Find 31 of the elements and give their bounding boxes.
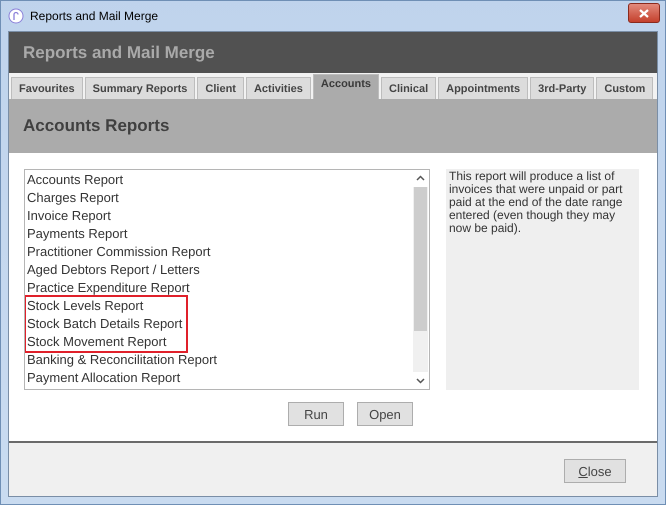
tab[interactable]: Summary Reports [84,77,196,99]
report-description: This report will produce a list of invoices that were unpaid or part paid at the end of the date range entered (even though they may now be paid). [446,169,639,390]
run-button[interactable]: Run [288,402,344,426]
close-button[interactable] [628,3,660,23]
report-item[interactable]: Charges Report [27,189,119,207]
window-title: Reports and Mail Merge [30,9,158,23]
tab[interactable]: Clinical [381,77,436,99]
tab[interactable]: Client [197,77,244,99]
report-item[interactable]: Payments Report [27,225,128,243]
header-title: Reports and Mail Merge [9,32,657,73]
report-item[interactable]: Stock Levels Report [27,297,182,315]
open-button[interactable]: Open [357,402,413,426]
report-item[interactable]: Payment Allocation Report [27,369,180,387]
report-item[interactable]: Practice Expenditure Report [27,279,190,297]
app-icon [8,8,24,24]
tab[interactable]: Favourites [11,77,83,99]
report-item[interactable]: Stock Batch Details Report [27,315,182,333]
tab[interactable]: Accounts [312,74,380,99]
tab[interactable]: Activities [246,77,311,99]
report-item[interactable]: Stock Movement Report [27,333,182,351]
close-icon [639,8,649,18]
report-item[interactable]: Practitioner Commission Report [27,243,211,261]
report-item[interactable]: Banking & Reconcilitation Report [27,351,218,369]
tab[interactable]: Custom [596,77,654,99]
report-item[interactable]: Aged Debtors Report / Letters [27,261,200,279]
tab[interactable]: Appointments [438,77,528,99]
tab[interactable]: 3rd-Party [530,77,594,99]
section-title: Accounts Reports [9,99,657,153]
report-item[interactable]: Invoice Report [27,207,111,225]
close-button[interactable]: Close [564,459,626,483]
report-item[interactable]: Accounts Report [27,171,124,189]
